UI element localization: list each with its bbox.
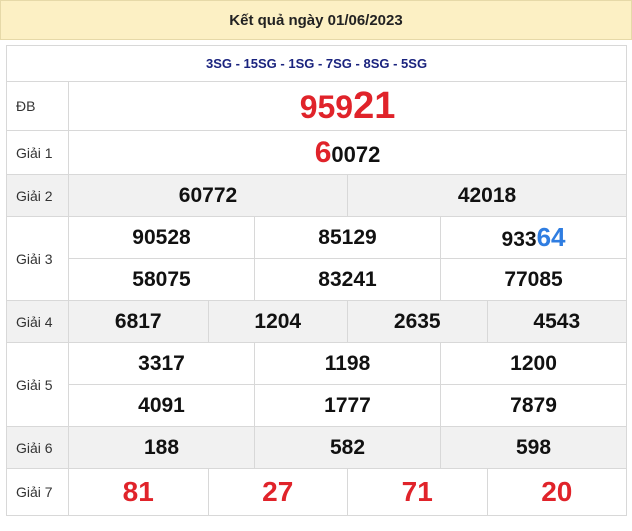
g3-number-prefix: 933 — [501, 228, 537, 251]
prize-g2-row: Giải 2 60772 42018 — [6, 174, 628, 217]
prize-g7-row: Giải 7 81 27 71 20 — [6, 468, 628, 516]
prize-label-g6: Giải 6 — [6, 426, 69, 469]
g3-number: 77085 — [439, 258, 628, 301]
g5-number: 7879 — [439, 384, 628, 427]
results-table: 3SG - 15SG - 1SG - 7SG - 8SG - 5SG ĐB 95… — [5, 45, 628, 516]
prize-label-g2: Giải 2 — [6, 174, 69, 217]
g6-number: 188 — [68, 426, 255, 469]
first-prize-number: 60072 — [67, 130, 628, 175]
g5-number: 1777 — [254, 384, 441, 427]
codes-row: 3SG - 15SG - 1SG - 7SG - 8SG - 5SG — [5, 45, 628, 82]
g5-number: 4091 — [68, 384, 255, 427]
g3-number: 58075 — [68, 258, 255, 301]
prize-g3-row-1: Giải 3 90528 85129 93364 — [6, 216, 628, 301]
special-prize-prefix: 959 — [299, 88, 354, 125]
prize-db-row: ĐB 95921 — [6, 81, 628, 131]
prize-label-g7: Giải 7 — [6, 468, 69, 516]
g3-number: 83241 — [254, 258, 441, 301]
prize-g5-row-1: Giải 5 3317 1198 1200 — [6, 342, 628, 427]
prize-label-db: ĐB — [6, 81, 69, 131]
prize-g1-row: Giải 1 60072 — [6, 130, 628, 175]
g4-number: 1204 — [207, 300, 348, 343]
g3-number: 90528 — [68, 216, 255, 259]
g7-number: 20 — [486, 468, 628, 516]
g5-number: 1200 — [439, 342, 628, 385]
g4-number: 6817 — [68, 300, 209, 343]
prize-g4-row: Giải 4 6817 1204 2635 4543 — [6, 300, 628, 343]
prize-label-g1: Giải 1 — [6, 130, 69, 175]
g3-number: 93364 — [439, 216, 628, 259]
g7-number: 81 — [68, 468, 209, 516]
prize-label-g4: Giải 4 — [6, 300, 69, 343]
g4-number: 4543 — [486, 300, 628, 343]
lottery-results: Kết quả ngày 01/06/2023 3SG - 15SG - 1SG… — [0, 0, 632, 531]
g6-number: 582 — [254, 426, 441, 469]
g2-number: 60772 — [68, 174, 348, 217]
g2-number: 42018 — [346, 174, 628, 217]
first-prize-rest: 0072 — [331, 141, 381, 167]
g6-number: 598 — [439, 426, 628, 469]
first-prize-lead-digit: 6 — [314, 135, 332, 169]
prize-g5-row-2: 4091 1777 7879 — [7, 384, 628, 427]
prize-label-g3: Giải 3 — [6, 216, 69, 301]
g3-number: 85129 — [254, 216, 441, 259]
results-title: Kết quả ngày 01/06/2023 — [0, 0, 632, 40]
prize-g6-row: Giải 6 188 582 598 — [6, 426, 628, 469]
g7-number: 71 — [347, 468, 488, 516]
g3-number-highlight: 64 — [536, 222, 566, 252]
special-prize-suffix: 21 — [353, 84, 396, 127]
station-codes: 3SG - 15SG - 1SG - 7SG - 8SG - 5SG — [5, 45, 628, 82]
g7-number: 27 — [207, 468, 348, 516]
g4-number: 2635 — [347, 300, 488, 343]
g5-number: 1198 — [254, 342, 441, 385]
special-prize-number: 95921 — [67, 81, 628, 131]
prize-label-g5: Giải 5 — [6, 342, 69, 427]
prize-g3-row-2: 58075 83241 77085 — [7, 258, 628, 301]
g5-number: 3317 — [68, 342, 255, 385]
